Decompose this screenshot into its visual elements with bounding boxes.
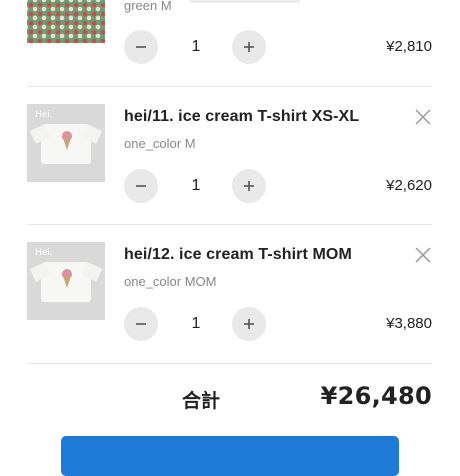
ice-cream-cone: [63, 138, 71, 150]
plus-icon: [244, 181, 254, 191]
tshirt-image: [41, 124, 91, 164]
increment-button[interactable]: [232, 169, 266, 203]
product-thumbnail[interactable]: Hei.: [27, 242, 105, 320]
item-variant: one_color MOM: [124, 274, 217, 289]
increment-button[interactable]: [232, 307, 266, 341]
item-variant: one_color M: [124, 136, 196, 151]
product-thumbnail[interactable]: [27, 0, 105, 43]
product-image-text: Hei.: [35, 110, 53, 120]
item-variant: green M: [124, 0, 172, 13]
product-image-text: Hei.: [35, 248, 53, 258]
quantity-value: 1: [191, 315, 201, 332]
remove-item-button[interactable]: [414, 246, 432, 264]
increment-button[interactable]: [232, 30, 266, 64]
cart-items: green M 1 ¥2,810 Hei. hei/11. ice cream …: [0, 0, 460, 476]
title-placeholder-line: [190, 0, 300, 3]
product-image-pattern: [27, 0, 105, 43]
decrement-button[interactable]: [124, 169, 158, 203]
item-price: ¥2,620: [386, 177, 432, 194]
item-title[interactable]: hei/12. ice cream T-shirt MOM: [124, 246, 352, 264]
item-price: ¥2,810: [386, 38, 432, 55]
item-title[interactable]: hei/11. ice cream T-shirt XS-XL: [124, 108, 359, 126]
total-label: 合計: [182, 390, 221, 412]
quantity-value: 1: [191, 38, 201, 55]
checkout-button[interactable]: [61, 436, 399, 476]
plus-icon: [244, 42, 254, 52]
minus-icon: [136, 46, 146, 48]
total-value: ¥26,480: [320, 382, 432, 410]
minus-icon: [136, 185, 146, 187]
decrement-button[interactable]: [124, 307, 158, 341]
ice-cream-cone: [63, 276, 71, 288]
minus-icon: [136, 323, 146, 325]
item-divider: [27, 363, 432, 364]
close-icon: [415, 247, 431, 263]
item-divider: [27, 86, 432, 87]
quantity-value: 1: [191, 177, 201, 194]
item-divider: [27, 224, 432, 225]
plus-icon: [244, 319, 254, 329]
close-icon: [415, 109, 431, 125]
decrement-button[interactable]: [124, 30, 158, 64]
product-thumbnail[interactable]: Hei.: [27, 104, 105, 182]
remove-item-button[interactable]: [414, 108, 432, 126]
tshirt-image: [41, 262, 91, 302]
item-price: ¥3,880: [386, 315, 432, 332]
